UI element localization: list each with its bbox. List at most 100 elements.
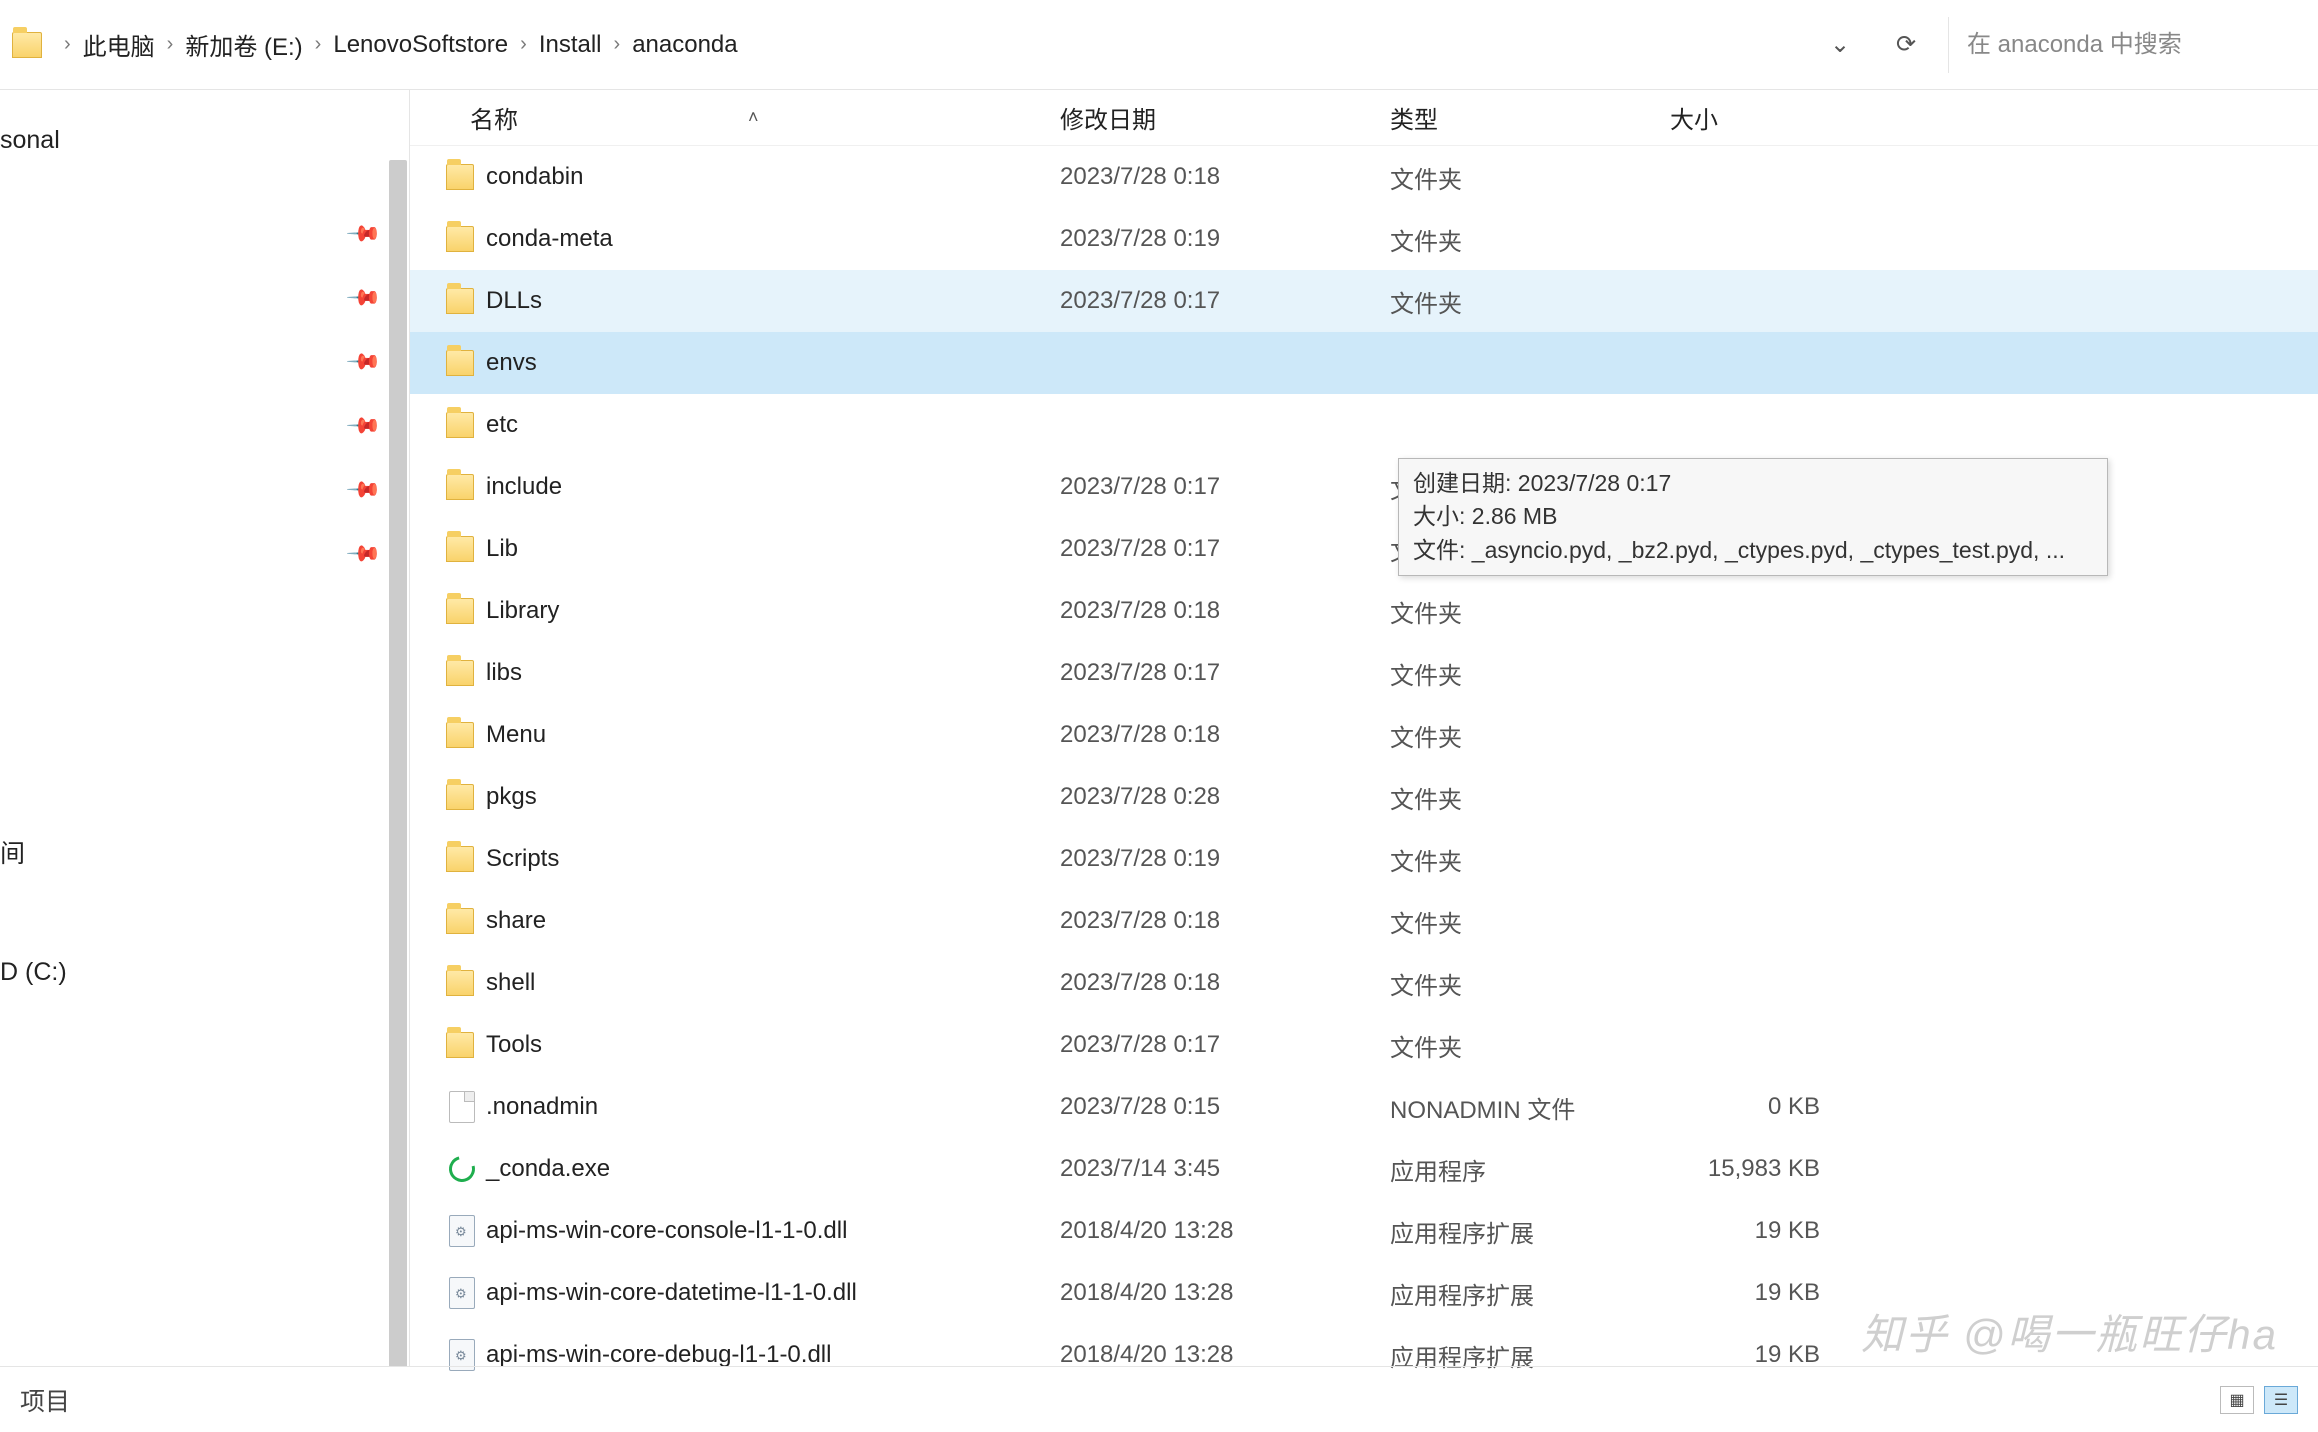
- nav-pinned-item[interactable]: 📌: [0, 330, 409, 394]
- file-row[interactable]: share2023/7/28 0:18文件夹: [410, 890, 2318, 952]
- file-type: NONADMIN 文件: [1390, 1090, 1670, 1125]
- nav-pinned-item[interactable]: 📌: [0, 202, 409, 266]
- nav-group[interactable]: 间: [0, 834, 409, 870]
- folder-icon: [446, 598, 474, 624]
- pin-icon: 📌: [344, 279, 382, 317]
- file-type: 文件夹: [1390, 222, 1670, 257]
- file-type: 文件夹: [1390, 842, 1670, 877]
- file-row[interactable]: api-ms-win-core-datetime-l1-1-0.dll2018/…: [410, 1262, 2318, 1324]
- header-type[interactable]: 类型: [1390, 100, 1670, 135]
- folder-icon: [446, 474, 474, 500]
- file-row[interactable]: condabin2023/7/28 0:18文件夹: [410, 146, 2318, 208]
- refresh-icon[interactable]: ⟳: [1892, 31, 1920, 59]
- file-row[interactable]: conda-meta2023/7/28 0:19文件夹: [410, 208, 2318, 270]
- view-details-button[interactable]: ☰: [2264, 1386, 2298, 1414]
- file-name: _conda.exe: [484, 1155, 1060, 1183]
- folder-icon: [446, 412, 474, 438]
- file-name: condabin: [484, 163, 1060, 191]
- file-row[interactable]: DLLs2023/7/28 0:17文件夹: [410, 270, 2318, 332]
- sort-asc-icon: ˄: [748, 107, 759, 128]
- file-row[interactable]: Library2023/7/28 0:18文件夹: [410, 580, 2318, 642]
- file-type: 应用程序: [1390, 1152, 1670, 1187]
- file-row[interactable]: libs2023/7/28 0:17文件夹: [410, 642, 2318, 704]
- file-date: 2023/7/28 0:19: [1060, 225, 1390, 253]
- file-name: include: [484, 473, 1060, 501]
- crumb-0[interactable]: 此电脑: [83, 27, 155, 62]
- search-box[interactable]: [1948, 17, 2318, 73]
- file-date: 2023/7/14 3:45: [1060, 1155, 1390, 1183]
- address-toolbar: › 此电脑 › 新加卷 (E:) › LenovoSoftstore › Ins…: [0, 0, 2318, 90]
- file-name: share: [484, 907, 1060, 935]
- chevron-right-icon: ›: [614, 33, 621, 56]
- nav-pinned-item[interactable]: 📌: [0, 458, 409, 522]
- search-input[interactable]: [1967, 31, 2300, 59]
- view-thumbnails-button[interactable]: ▦: [2220, 1386, 2254, 1414]
- nav-pinned-item[interactable]: 📌: [0, 394, 409, 458]
- folder-icon: [446, 784, 474, 810]
- folder-icon: [446, 536, 474, 562]
- file-row[interactable]: envs: [410, 332, 2318, 394]
- file-name: etc: [484, 411, 1060, 439]
- pin-icon: 📌: [344, 215, 382, 253]
- file-row[interactable]: .nonadmin2023/7/28 0:15NONADMIN 文件0 KB: [410, 1076, 2318, 1138]
- crumb-4[interactable]: anaconda: [632, 31, 737, 59]
- status-bar: 项目 ▦ ☰: [0, 1366, 2318, 1432]
- file-type: 应用程序扩展: [1390, 1214, 1670, 1249]
- file-date: 2023/7/28 0:18: [1060, 969, 1390, 997]
- file-name: envs: [484, 349, 1060, 377]
- crumb-1[interactable]: 新加卷 (E:): [185, 27, 302, 62]
- file-date: 2023/7/28 0:18: [1060, 597, 1390, 625]
- file-name: Tools: [484, 1031, 1060, 1059]
- status-text: 项目: [20, 1382, 70, 1418]
- file-name: libs: [484, 659, 1060, 687]
- nav-pane[interactable]: sonal 📌 📌 📌 📌 📌 📌 间 D (C:): [0, 90, 410, 1366]
- tooltip-files: 文件: _asyncio.pyd, _bz2.pyd, _ctypes.pyd,…: [1413, 534, 2093, 567]
- file-size: 19 KB: [1670, 1279, 1830, 1307]
- file-row[interactable]: shell2023/7/28 0:18文件夹: [410, 952, 2318, 1014]
- file-row[interactable]: Menu2023/7/28 0:18文件夹: [410, 704, 2318, 766]
- nav-drive-c[interactable]: D (C:): [0, 958, 409, 987]
- file-type: 文件夹: [1390, 656, 1670, 691]
- header-name[interactable]: 名称˄: [470, 100, 1060, 135]
- nav-personal[interactable]: sonal: [0, 126, 385, 155]
- file-name: conda-meta: [484, 225, 1060, 253]
- file-type: 文件夹: [1390, 284, 1670, 319]
- file-row[interactable]: Tools2023/7/28 0:17文件夹: [410, 1014, 2318, 1076]
- header-date[interactable]: 修改日期: [1060, 100, 1390, 135]
- dll-icon: [449, 1277, 475, 1309]
- file-row[interactable]: etc: [410, 394, 2318, 456]
- file-row[interactable]: api-ms-win-core-console-l1-1-0.dll2018/4…: [410, 1200, 2318, 1262]
- file-name: DLLs: [484, 287, 1060, 315]
- file-date: 2023/7/28 0:17: [1060, 1031, 1390, 1059]
- file-type: 文件夹: [1390, 594, 1670, 629]
- history-dropdown-icon[interactable]: ⌄: [1826, 31, 1854, 59]
- chevron-right-icon: ›: [315, 33, 322, 56]
- file-name: Scripts: [484, 845, 1060, 873]
- file-name: Library: [484, 597, 1060, 625]
- folder-icon: [446, 226, 474, 252]
- nav-pinned-item[interactable]: 📌: [0, 266, 409, 330]
- file-row[interactable]: pkgs2023/7/28 0:28文件夹: [410, 766, 2318, 828]
- pin-icon: 📌: [344, 343, 382, 381]
- nav-pinned-item[interactable]: 📌: [0, 522, 409, 586]
- folder-icon: [446, 164, 474, 190]
- tooltip-created: 创建日期: 2023/7/28 0:17: [1413, 467, 2093, 500]
- file-row[interactable]: _conda.exe2023/7/14 3:45应用程序15,983 KB: [410, 1138, 2318, 1200]
- folder-icon: [446, 350, 474, 376]
- file-icon: [449, 1091, 475, 1123]
- file-type: 文件夹: [1390, 160, 1670, 195]
- file-row[interactable]: Scripts2023/7/28 0:19文件夹: [410, 828, 2318, 890]
- file-name: .nonadmin: [484, 1093, 1060, 1121]
- header-size[interactable]: 大小: [1670, 100, 1830, 135]
- file-size: 0 KB: [1670, 1093, 1830, 1121]
- crumb-3[interactable]: Install: [539, 31, 602, 59]
- file-date: 2018/4/20 13:28: [1060, 1279, 1390, 1307]
- file-type: 文件夹: [1390, 966, 1670, 1001]
- file-name: api-ms-win-core-console-l1-1-0.dll: [484, 1217, 1060, 1245]
- file-date: 2018/4/20 13:28: [1060, 1217, 1390, 1245]
- breadcrumb[interactable]: › 此电脑 › 新加卷 (E:) › LenovoSoftstore › Ins…: [0, 27, 1798, 62]
- file-type: 文件夹: [1390, 780, 1670, 815]
- folder-icon: [446, 846, 474, 872]
- crumb-2[interactable]: LenovoSoftstore: [333, 31, 508, 59]
- file-date: 2023/7/28 0:18: [1060, 163, 1390, 191]
